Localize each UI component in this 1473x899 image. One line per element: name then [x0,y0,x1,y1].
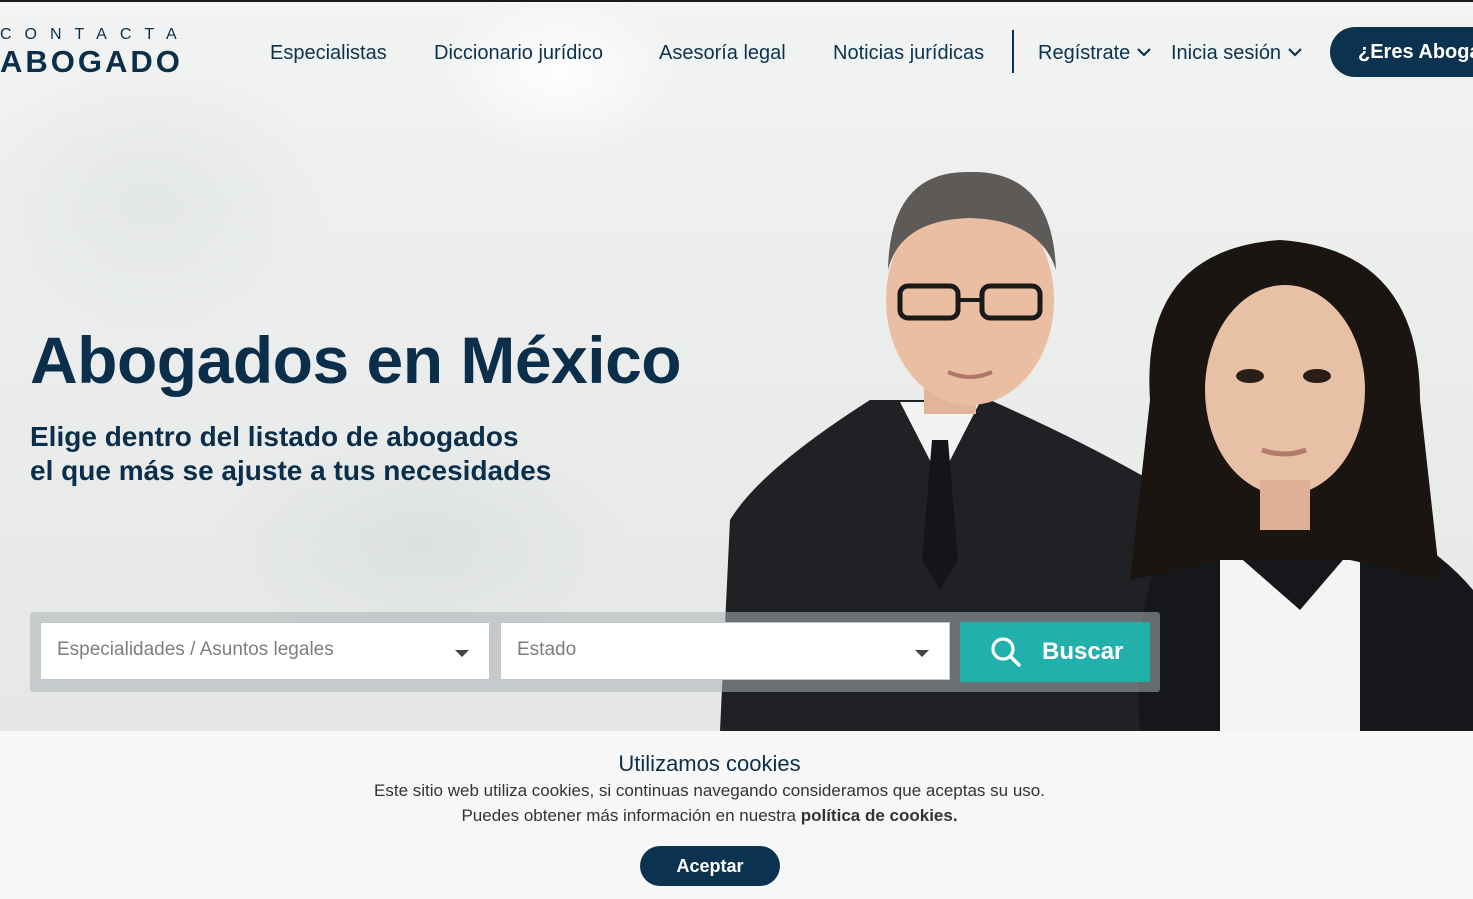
specialty-placeholder: Especialidades / Asuntos legales [57,639,334,660]
cookie-policy-link[interactable]: política de cookies. [801,806,958,825]
nav-noticias[interactable]: Noticias jurídicas [833,42,984,65]
nav-divider [1012,30,1014,73]
state-select[interactable]: Estado [500,622,950,680]
caret-down-icon [915,650,929,657]
cookie-text-prefix: Puedes obtener más información en nuestr… [461,806,796,825]
caret-down-icon [455,650,469,657]
cookie-text-line-1: Este sitio web utiliza cookies, si conti… [374,781,1045,800]
cookie-banner: Utilizamos cookies Este sitio web utiliz… [0,731,1473,899]
page-title: Abogados en México [30,323,682,397]
accept-cookies-button[interactable]: Aceptar [640,846,780,886]
are-you-lawyer-button[interactable]: ¿Eres Abogado? [1330,27,1473,77]
nav-especialistas[interactable]: Especialistas [270,42,387,65]
login-dropdown[interactable]: Inicia sesión [1171,42,1303,65]
main-nav: Especialistas Diccionario jurídico Aseso… [0,27,1473,77]
nav-diccionario[interactable]: Diccionario jurídico [434,42,603,65]
subtitle-line-1: Elige dentro del listado de abogados [30,421,519,452]
search-icon [991,637,1021,667]
specialty-select[interactable]: Especialidades / Asuntos legales [40,622,490,680]
register-dropdown[interactable]: Regístrate [1038,42,1152,65]
cookie-title: Utilizamos cookies [618,751,801,776]
register-label: Regístrate [1038,42,1131,64]
login-label: Inicia sesión [1171,42,1282,64]
state-placeholder: Estado [517,639,577,660]
chevron-down-icon [1288,48,1302,57]
search-panel: Especialidades / Asuntos legales Estado … [30,612,1160,692]
search-button-label: Buscar [1042,638,1124,665]
subtitle-line-2: el que más se ajuste a tus necesidades [30,455,552,486]
search-button[interactable]: Buscar [960,622,1150,682]
hero-subtitle: Elige dentro del listado de abogados el … [30,420,551,488]
cookie-text-line-2: Puedes obtener más información en nuestr… [0,806,1419,826]
chevron-down-icon [1137,48,1152,57]
nav-asesoria[interactable]: Asesoría legal [659,42,786,65]
